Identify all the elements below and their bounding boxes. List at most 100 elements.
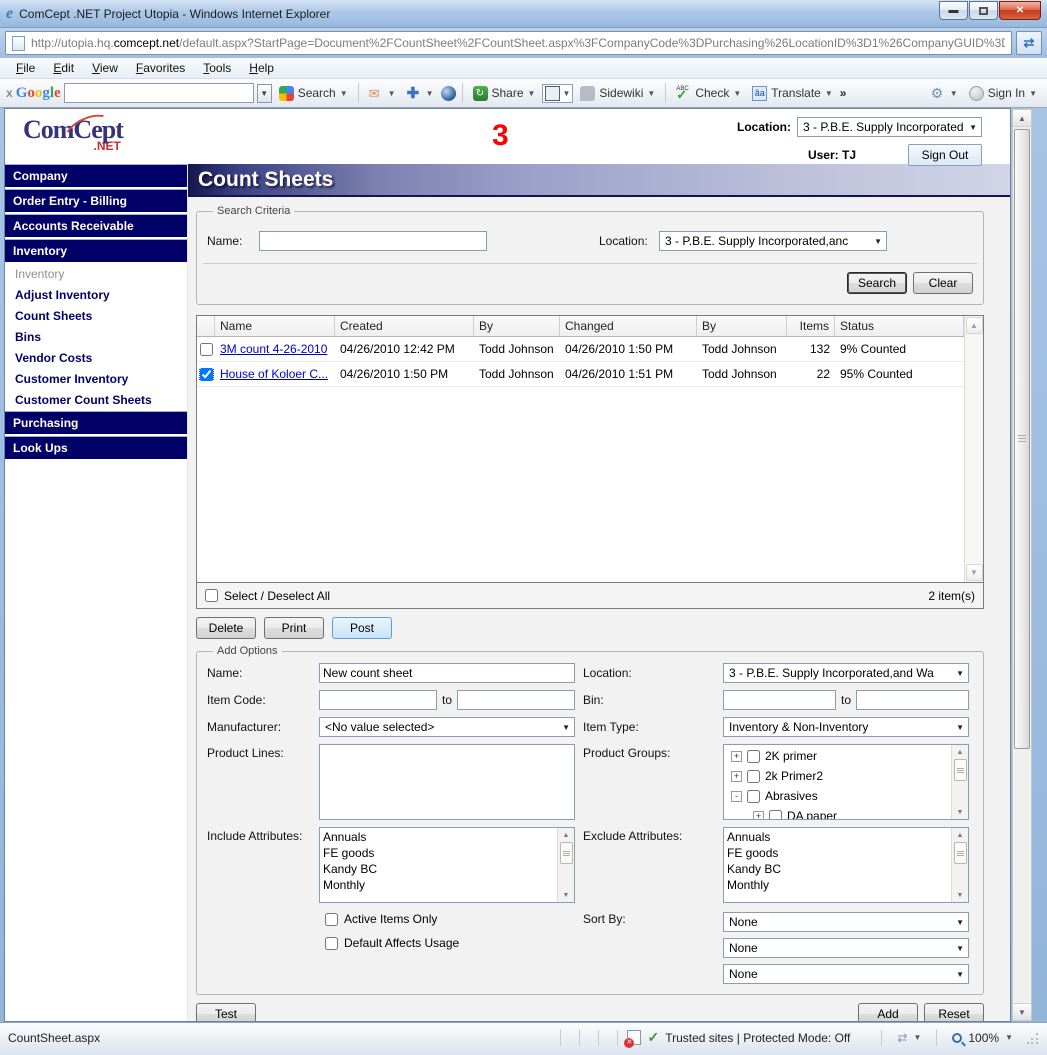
chevron-down-icon[interactable]: ▼ xyxy=(913,1033,921,1042)
count-sheet-link[interactable]: 3M count 4-26-2010 xyxy=(220,342,327,356)
expand-icon[interactable]: + xyxy=(731,771,742,782)
table-scrollbar[interactable]: ▲ ▼ xyxy=(964,316,983,582)
post-button[interactable]: Post xyxy=(332,617,392,639)
checkbox[interactable] xyxy=(325,913,338,926)
sidebar-subitem-inventory[interactable]: Inventory xyxy=(5,264,187,285)
maximize-button[interactable] xyxy=(969,1,998,20)
compatibility-icon[interactable]: ⇄ xyxy=(897,1031,907,1045)
menu-view[interactable]: View xyxy=(84,59,126,77)
product-lines-listbox[interactable] xyxy=(319,744,575,820)
search-name-input[interactable] xyxy=(259,231,487,251)
item-code-from-input[interactable] xyxy=(319,690,437,710)
menu-favorites[interactable]: Favorites xyxy=(128,59,193,77)
select-all-checkbox[interactable] xyxy=(205,589,218,602)
google-earth-icon[interactable] xyxy=(441,86,456,101)
menu-help[interactable]: Help xyxy=(241,59,282,77)
row-checkbox[interactable] xyxy=(200,343,213,356)
sidebar-item-look-ups[interactable]: Look Ups xyxy=(5,436,187,461)
sidebar-subitem-count-sheets[interactable]: Count Sheets xyxy=(5,306,187,327)
column-header-name[interactable]: Name xyxy=(215,316,335,336)
search-button[interactable]: Search xyxy=(847,272,907,294)
toolbar-close-icon[interactable]: x xyxy=(6,86,13,100)
group-checkbox[interactable] xyxy=(769,810,782,821)
clip-button[interactable]: ▼ xyxy=(542,84,573,103)
search-location-select[interactable]: 3 - P.B.E. Supply Incorporated,anc ▼ xyxy=(659,231,887,251)
minimize-button[interactable]: ▬ xyxy=(939,1,968,20)
tree-item[interactable]: + 2K primer xyxy=(727,746,948,766)
sidebar-item-order-entry-billing[interactable]: Order Entry - Billing xyxy=(5,189,187,214)
exclude-attributes-listbox[interactable]: Annuals FE goods Kandy BC Monthly ▲ ▼ xyxy=(723,827,969,903)
toolbar-options-button[interactable]: ⚙ ▼ xyxy=(927,84,962,103)
google-search-input[interactable] xyxy=(64,83,254,103)
column-header-status[interactable]: Status xyxy=(835,316,964,336)
search-history-dropdown[interactable]: ▼ xyxy=(257,84,272,103)
signout-button[interactable]: Sign Out xyxy=(908,144,982,166)
sidebar-subitem-vendor-costs[interactable]: Vendor Costs xyxy=(5,348,187,369)
translate-button[interactable]: âa Translate ▼ xyxy=(748,84,837,103)
browser-scrollbar[interactable]: ▲ ▼ xyxy=(1012,109,1032,1021)
scroll-down-icon[interactable]: ▼ xyxy=(563,888,570,902)
scroll-up-icon[interactable]: ▲ xyxy=(966,317,983,334)
signin-button[interactable]: Sign In ▼ xyxy=(965,84,1041,103)
active-items-only-checkbox[interactable]: Active Items Only xyxy=(325,912,575,926)
item-code-to-input[interactable] xyxy=(457,690,575,710)
collapse-icon[interactable]: - xyxy=(731,791,742,802)
list-item[interactable]: Monthly xyxy=(727,877,948,893)
reset-button[interactable]: Reset xyxy=(924,1003,984,1021)
sidebar-item-company[interactable]: Company xyxy=(5,164,187,189)
sidebar-item-inventory[interactable]: Inventory xyxy=(5,239,187,264)
tree-item[interactable]: + DA paper xyxy=(727,806,948,820)
add-button[interactable]: Add xyxy=(858,1003,918,1021)
list-item[interactable]: Kandy BC xyxy=(727,861,948,877)
group-checkbox[interactable] xyxy=(747,770,760,783)
go-button[interactable]: ⇄ xyxy=(1016,31,1042,55)
tree-item[interactable]: - Abrasives xyxy=(727,786,948,806)
url-field[interactable]: http://utopia.hq.comcept.net/default.asp… xyxy=(5,31,1012,55)
list-item[interactable]: Kandy BC xyxy=(323,861,554,877)
scroll-down-icon[interactable]: ▼ xyxy=(957,805,964,819)
sidebar-subitem-adjust-inventory[interactable]: Adjust Inventory xyxy=(5,285,187,306)
sort-by-select-2[interactable]: None ▼ xyxy=(723,938,969,958)
column-header-changed-by[interactable]: By xyxy=(697,316,787,336)
expand-icon[interactable]: + xyxy=(731,751,742,762)
close-button[interactable]: ✕ xyxy=(999,1,1041,20)
column-header-changed[interactable]: Changed xyxy=(560,316,697,336)
default-affects-usage-checkbox[interactable]: Default Affects Usage xyxy=(325,936,575,950)
delete-button[interactable]: Delete xyxy=(196,617,256,639)
sidebar-subitem-customer-inventory[interactable]: Customer Inventory xyxy=(5,369,187,390)
sort-by-select-3[interactable]: None ▼ xyxy=(723,964,969,984)
scroll-up-icon[interactable]: ▲ xyxy=(957,745,964,759)
scroll-thumb[interactable] xyxy=(954,759,967,781)
scroll-up-icon[interactable]: ▲ xyxy=(563,828,570,842)
sidebar-item-purchasing[interactable]: Purchasing xyxy=(5,411,187,436)
expand-icon[interactable]: + xyxy=(753,811,764,821)
column-header-created[interactable]: Created xyxy=(335,316,474,336)
scroll-thumb[interactable] xyxy=(954,842,967,864)
list-item[interactable]: Monthly xyxy=(323,877,554,893)
count-sheet-link[interactable]: House of Koloer C... xyxy=(220,367,328,381)
row-checkbox[interactable] xyxy=(200,368,213,381)
group-checkbox[interactable] xyxy=(747,750,760,763)
menu-tools[interactable]: Tools xyxy=(195,59,239,77)
sort-by-select-1[interactable]: None ▼ xyxy=(723,912,969,932)
resize-grip[interactable] xyxy=(1027,1032,1039,1044)
list-item[interactable]: FE goods xyxy=(727,845,948,861)
listbox-scrollbar[interactable]: ▲ ▼ xyxy=(951,745,968,819)
add-location-select[interactable]: 3 - P.B.E. Supply Incorporated,and Wa ▼ xyxy=(723,663,969,683)
menu-file[interactable]: File xyxy=(8,59,43,77)
sidebar-subitem-bins[interactable]: Bins xyxy=(5,327,187,348)
list-item[interactable]: FE goods xyxy=(323,845,554,861)
column-header-created-by[interactable]: By xyxy=(474,316,560,336)
listbox-scrollbar[interactable]: ▲ ▼ xyxy=(557,828,574,902)
sidebar-item-accounts-receivable[interactable]: Accounts Receivable xyxy=(5,214,187,239)
clear-button[interactable]: Clear xyxy=(913,272,973,294)
add-name-input[interactable] xyxy=(319,663,575,683)
spellcheck-button[interactable]: ABC✓ Check ▼ xyxy=(672,84,745,103)
bin-to-input[interactable] xyxy=(856,690,969,710)
item-type-select[interactable]: Inventory & Non-Inventory ▼ xyxy=(723,717,969,737)
news-button[interactable]: ✉ ▼ xyxy=(365,84,400,103)
column-header-items[interactable]: Items xyxy=(787,316,835,336)
scroll-down-icon[interactable]: ▼ xyxy=(966,564,983,581)
scroll-down-icon[interactable]: ▼ xyxy=(957,888,964,902)
google-search-button[interactable]: Search ▼ xyxy=(275,84,352,103)
